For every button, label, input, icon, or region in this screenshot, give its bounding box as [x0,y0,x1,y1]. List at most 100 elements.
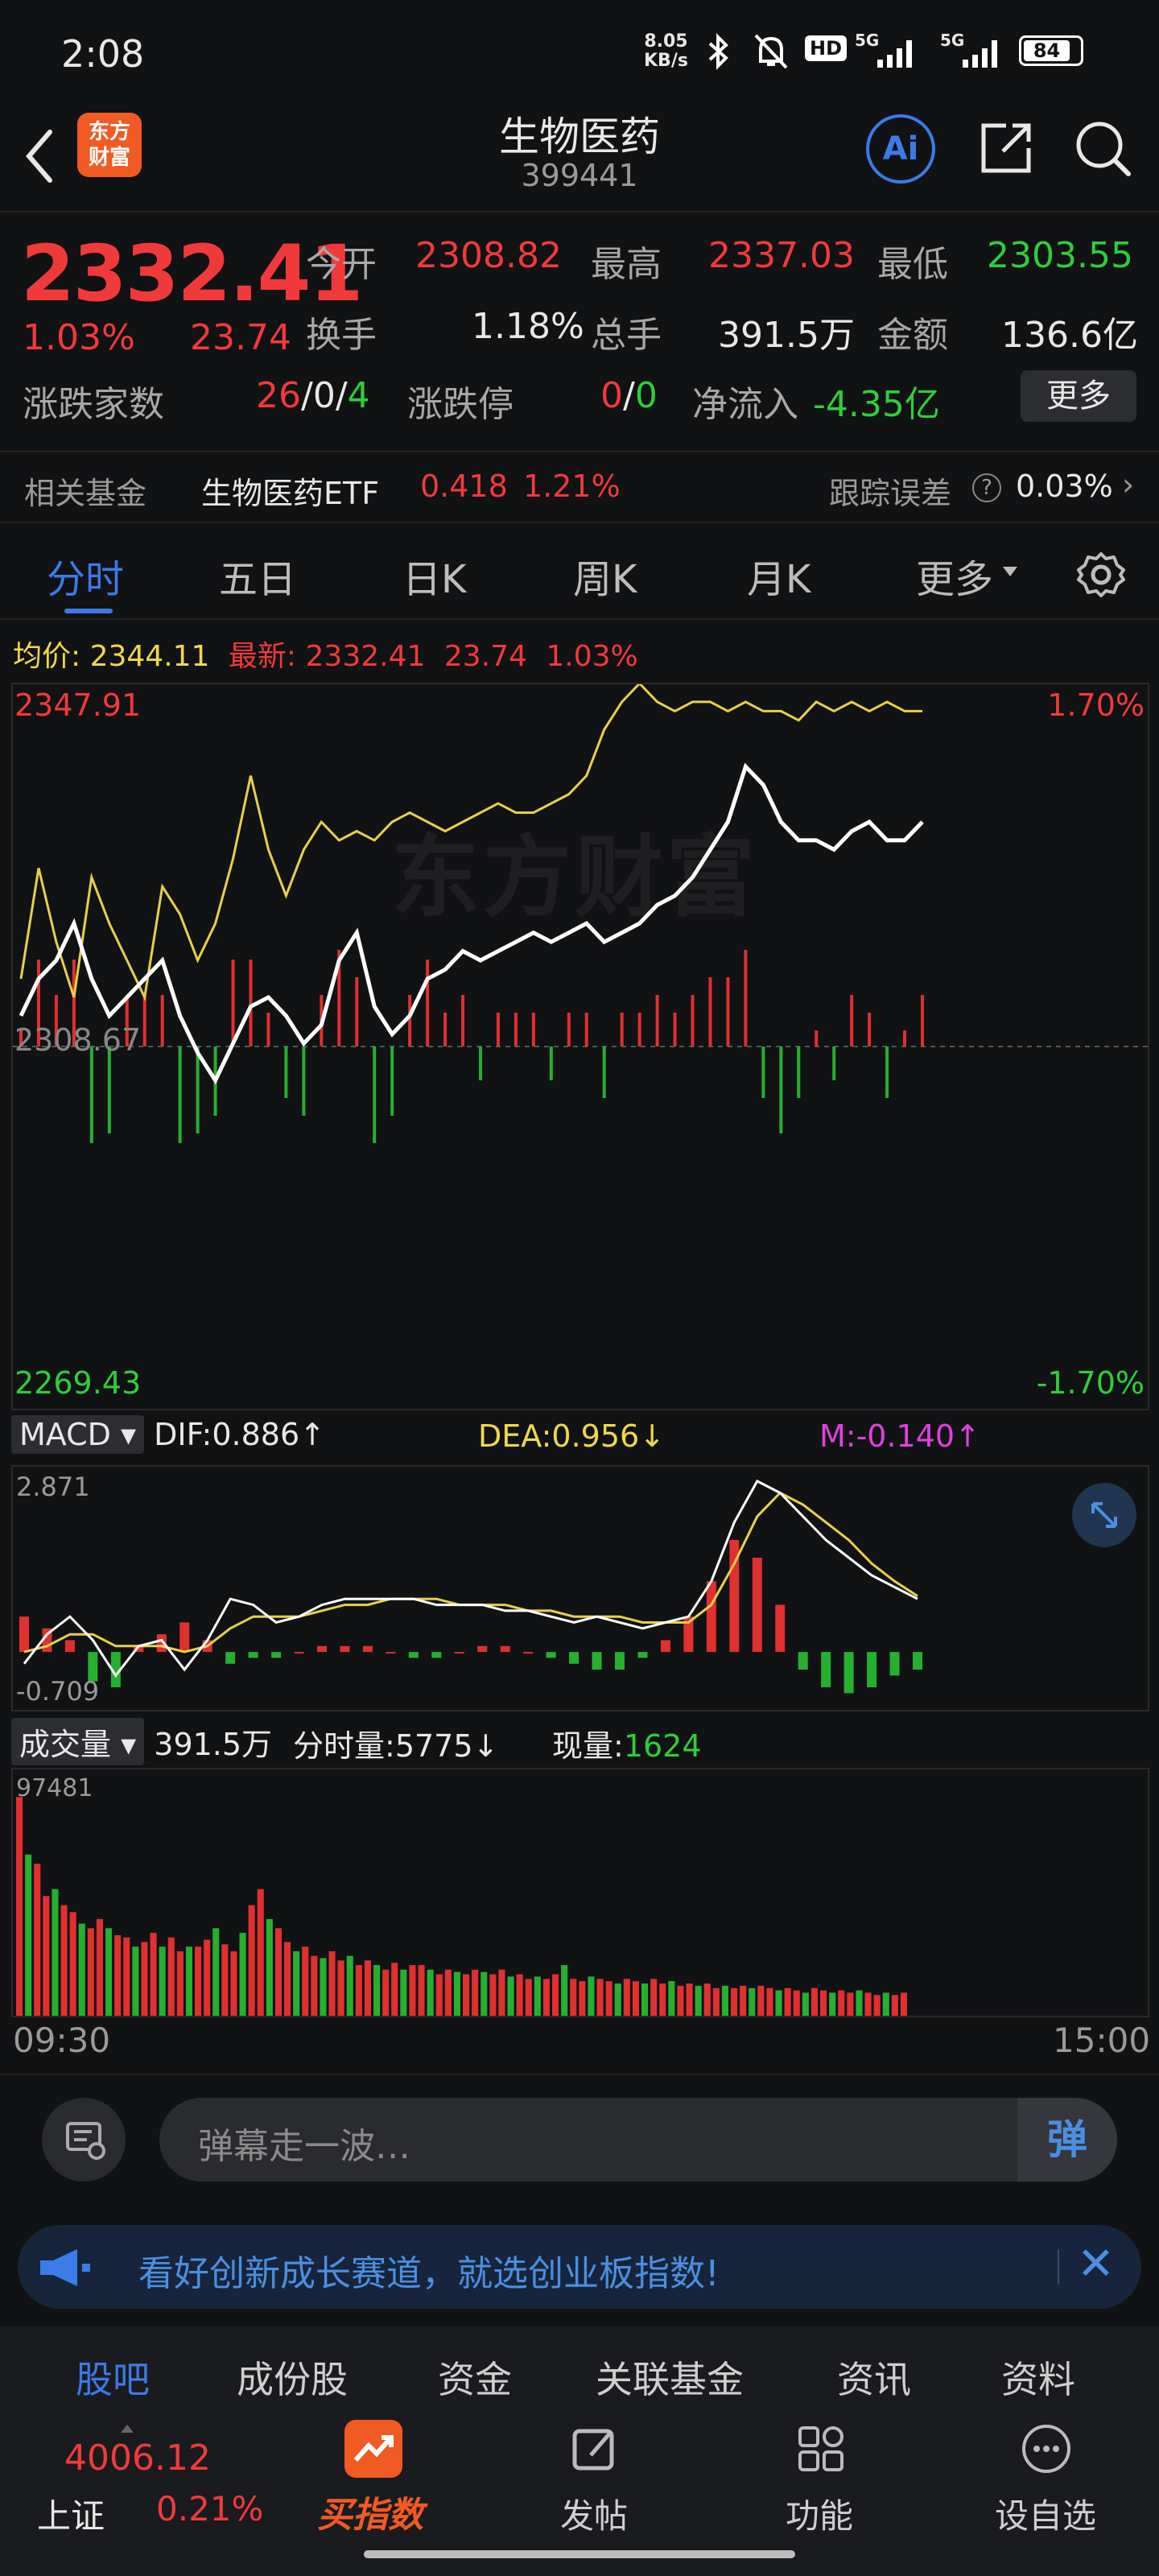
search-icon[interactable] [1070,116,1135,180]
macd-plot [19,1479,922,1694]
post-button[interactable]: 发帖 [547,2420,644,2541]
flow-bar [673,1013,677,1046]
hd-badge: HD [805,35,848,61]
flow-bar [691,995,695,1046]
share-icon[interactable] [974,116,1038,180]
volume-bar [463,1974,470,2016]
volume-bar [43,1896,50,2016]
volume-bar [105,1928,113,2016]
volume-bar [123,1937,130,2016]
functions-button[interactable]: 功能 [773,2420,869,2541]
fund-price: 0.418 [420,469,508,504]
flow-bar [726,977,730,1046]
flow-bar [832,1046,836,1080]
volume-bar [311,1955,318,2016]
flow-bar [478,1046,482,1080]
status-bar: 2:08 8.05 KB/s HD 5G 5G 84 [0,0,1159,105]
volume-bar [641,1983,649,2016]
volume-bar [882,1992,889,2016]
volume-legend: 成交量 ▾ 391.5万 分时量:5775↓ 现量:1624 [11,1718,1149,1765]
volume-bar [364,1960,371,2016]
change-pct: 1.03% [23,317,135,358]
tab-five-day[interactable]: 五日 [219,547,296,604]
volume-axis-top: 97481 [16,1774,93,1802]
volume-bar [864,1992,872,2016]
more-button[interactable]: 更多 [1021,370,1136,422]
volume-bar [820,1990,827,2016]
axis-top-price: 2347.91 [14,687,142,723]
flow-bar [567,1013,571,1046]
close-icon[interactable]: ✕ [1077,2238,1115,2290]
volume-bar [52,1889,59,2016]
tab-monthly-k[interactable]: 月K [747,547,810,604]
limit-label: 涨跌停 [407,384,514,425]
volume-bar [427,1969,434,2016]
volume-bar [891,1995,898,2016]
index-ticker[interactable]: 4006.12 上证 0.21% [32,2425,274,2537]
related-fund-row[interactable]: 相关基金 生物医药ETF 0.418 1.21% 跟踪误差 ? 0.03% › [0,451,1159,523]
danmaku-toggle-icon[interactable] [42,2098,126,2182]
volume-value: 391.5万 [718,315,855,356]
danmaku-input[interactable]: 弹幕走一波… 弹 [159,2098,1117,2182]
buy-index-button[interactable]: 买指数 [314,2420,435,2541]
macd-legend: MACD ▾ DIF:0.886↑ DEA:0.956↓ M:-0.140↑ [11,1415,1149,1460]
tab-weekly-k[interactable]: 周K [573,547,637,604]
volume-selector[interactable]: 成交量 ▾ [11,1718,145,1765]
volume-bar [239,1933,246,2016]
fund-label: 相关基金 [24,476,147,511]
track-error-label: 跟踪误差 [829,476,952,511]
net-speed: 8.05 KB/s [644,31,688,71]
tab-intraday[interactable]: 分时 [47,547,124,604]
volume-bar [230,1951,237,2016]
flow-bar [355,977,359,1046]
danmaku-send-button[interactable]: 弹 [1017,2098,1117,2182]
ai-button[interactable]: Ai [866,114,935,184]
volume-bar [16,1797,23,2016]
breadth-label: 涨跌家数 [23,384,164,425]
volume-plot [16,1797,907,2016]
macd-bar [294,1652,304,1654]
tab-more[interactable]: 更多 [916,547,993,604]
volume-bar [167,1937,175,2016]
volume-bar [596,1979,604,2016]
flow-bar [620,1013,624,1046]
volume-bar [481,1971,488,2016]
volume-bar [391,1963,398,2016]
price-chart[interactable]: 东方财富 2347.91 2308.67 2269.43 1.70% -1.70… [11,683,1149,1410]
volume-chart[interactable]: 97481 [11,1768,1149,2017]
subtab-constituents[interactable]: 成份股 [237,2351,348,2404]
volume-bar [132,1946,139,2016]
subtab-guba[interactable]: 股吧 [76,2351,150,2404]
volume-bar [766,1988,773,2016]
macd-selector[interactable]: MACD ▾ [11,1415,145,1454]
volume-bar [525,1979,532,2016]
macd-bar [867,1652,877,1688]
macd-bar [179,1622,190,1653]
add-watchlist-button[interactable]: 设自选 [985,2420,1106,2541]
subtab-related-funds[interactable]: 关联基金 [596,2351,744,2404]
flow-bar [779,1046,783,1133]
volume-bar [382,1969,390,2016]
macd-bar [340,1645,350,1653]
flow-bar [744,950,748,1046]
flow-bar [761,1046,765,1098]
breadth-values: 26/0/4 [256,375,370,416]
volume-bar [784,1988,791,2016]
flow-bar [284,1046,288,1098]
help-icon[interactable]: ? [972,473,1001,502]
chevron-right-icon: › [1122,467,1135,502]
expand-icon[interactable] [1072,1483,1136,1547]
subtab-profile[interactable]: 资料 [1001,2351,1075,2404]
flow-bar [549,1046,553,1080]
subtab-capital[interactable]: 资金 [438,2351,512,2404]
status-time: 2:08 [61,32,145,76]
period-tabs: 分时 五日 日K 周K 月K 更多 [0,525,1159,620]
promo-banner[interactable]: 看好创新成长赛道，就选创业板指数! ✕ [18,2225,1141,2309]
macd-chart[interactable]: 2.871 -0.709 [11,1465,1149,1711]
subtab-news[interactable]: 资讯 [837,2351,911,2404]
volume-bar [274,1928,282,2016]
flow-bar [142,995,146,1046]
settings-gear-icon[interactable] [1075,549,1127,601]
flow-bar [443,1013,448,1046]
tab-daily-k[interactable]: 日K [402,547,466,604]
